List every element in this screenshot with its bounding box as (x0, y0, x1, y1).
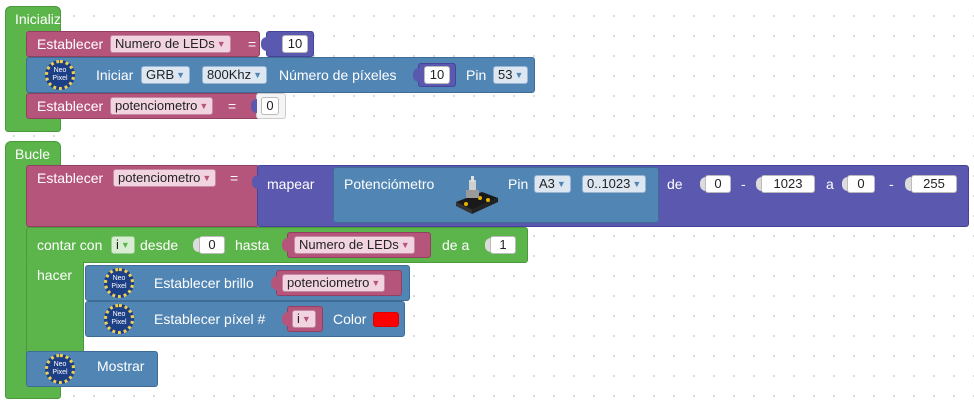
frequency-dropdown[interactable]: 800Khz ▼ (202, 66, 268, 84)
pot-loop-var-dropdown[interactable]: potenciometro ▼ (113, 169, 217, 187)
pin-label: Pin (466, 67, 487, 83)
pixel-index-var-dropdown[interactable]: i ▼ (292, 310, 316, 328)
connector-nub (413, 68, 419, 82)
potentiometer-icon (456, 176, 498, 214)
connector-nub (261, 37, 267, 51)
pot-init-value-input[interactable]: 0 (261, 97, 279, 115)
set-num-leds-label: Establecer (37, 36, 104, 52)
init-hat-label: Inicializar (15, 11, 74, 27)
count-from-input[interactable]: 0 (199, 236, 225, 254)
start-label: Iniciar (96, 67, 134, 83)
sensor-pin-dropdown[interactable]: A3 ▼ (534, 175, 571, 193)
count-step-input[interactable]: 1 (490, 236, 516, 254)
set-pot-loop-eq: = (230, 170, 239, 186)
show-label: Mostrar (97, 358, 145, 374)
do-label: hacer (37, 267, 73, 283)
brightness-var-dropdown[interactable]: potenciometro ▼ (282, 274, 386, 292)
map-label: mapear (267, 176, 315, 192)
pixel-count-label: Número de píxeles (279, 67, 397, 83)
loop-hat-label: Bucle (15, 146, 51, 162)
potentiometer-label: Potenciómetro (344, 176, 435, 192)
pin-dropdown[interactable]: 53 ▼ (493, 66, 529, 84)
set-pot-init-eq: = (228, 98, 237, 114)
count-from-label: desde (140, 237, 179, 253)
set-pot-loop-label: Establecer (37, 170, 104, 186)
count-var-dropdown[interactable]: i ▼ (111, 236, 135, 254)
connector-nub (271, 276, 277, 290)
map-from-low-input[interactable]: 0 (705, 175, 731, 193)
connector-nub (282, 238, 288, 252)
map-to-high-input[interactable]: 255 (911, 175, 957, 193)
map-from-label: de (667, 176, 683, 192)
map-dash-1: - (741, 176, 746, 192)
map-dash-2: - (889, 176, 894, 192)
count-step-label: de a (442, 237, 470, 253)
neopixel-icon: Neo Pixel (45, 60, 75, 90)
pixel-color-label: Color (333, 311, 367, 327)
neopixel-icon: Neo Pixel (104, 304, 134, 334)
pixel-count-input[interactable]: 10 (424, 66, 450, 84)
map-from-high-input[interactable]: 1023 (761, 175, 815, 193)
count-label: contar con (37, 237, 103, 253)
set-pot-init-label: Establecer (37, 98, 104, 114)
pixel-color-swatch[interactable] (373, 312, 399, 327)
count-to-var-dropdown[interactable]: Numero de LEDs ▼ (294, 236, 415, 254)
neopixel-icon: Neo Pixel (45, 354, 75, 384)
num-leds-value-input[interactable]: 10 (282, 35, 308, 53)
set-brightness-label: Establecer brillo (154, 275, 254, 291)
connector-nub (251, 99, 257, 113)
num-leds-var-dropdown[interactable]: Numero de LEDs ▼ (110, 35, 231, 53)
map-to-label: a (826, 176, 834, 192)
set-pixel-label: Establecer píxel # (154, 311, 266, 327)
count-to-label: hasta (235, 237, 270, 253)
color-order-dropdown[interactable]: GRB ▼ (141, 66, 191, 84)
neopixel-icon: Neo Pixel (104, 268, 134, 298)
set-num-leds-eq: = (248, 36, 257, 52)
map-to-low-input[interactable]: 0 (847, 175, 875, 193)
sensor-range-dropdown[interactable]: 0..1023 ▼ (582, 175, 647, 193)
pot-var-dropdown[interactable]: potenciometro ▼ (110, 97, 214, 115)
connector-nub (252, 175, 258, 189)
connector-nub (282, 312, 288, 326)
sensor-pin-label: Pin (508, 176, 529, 192)
